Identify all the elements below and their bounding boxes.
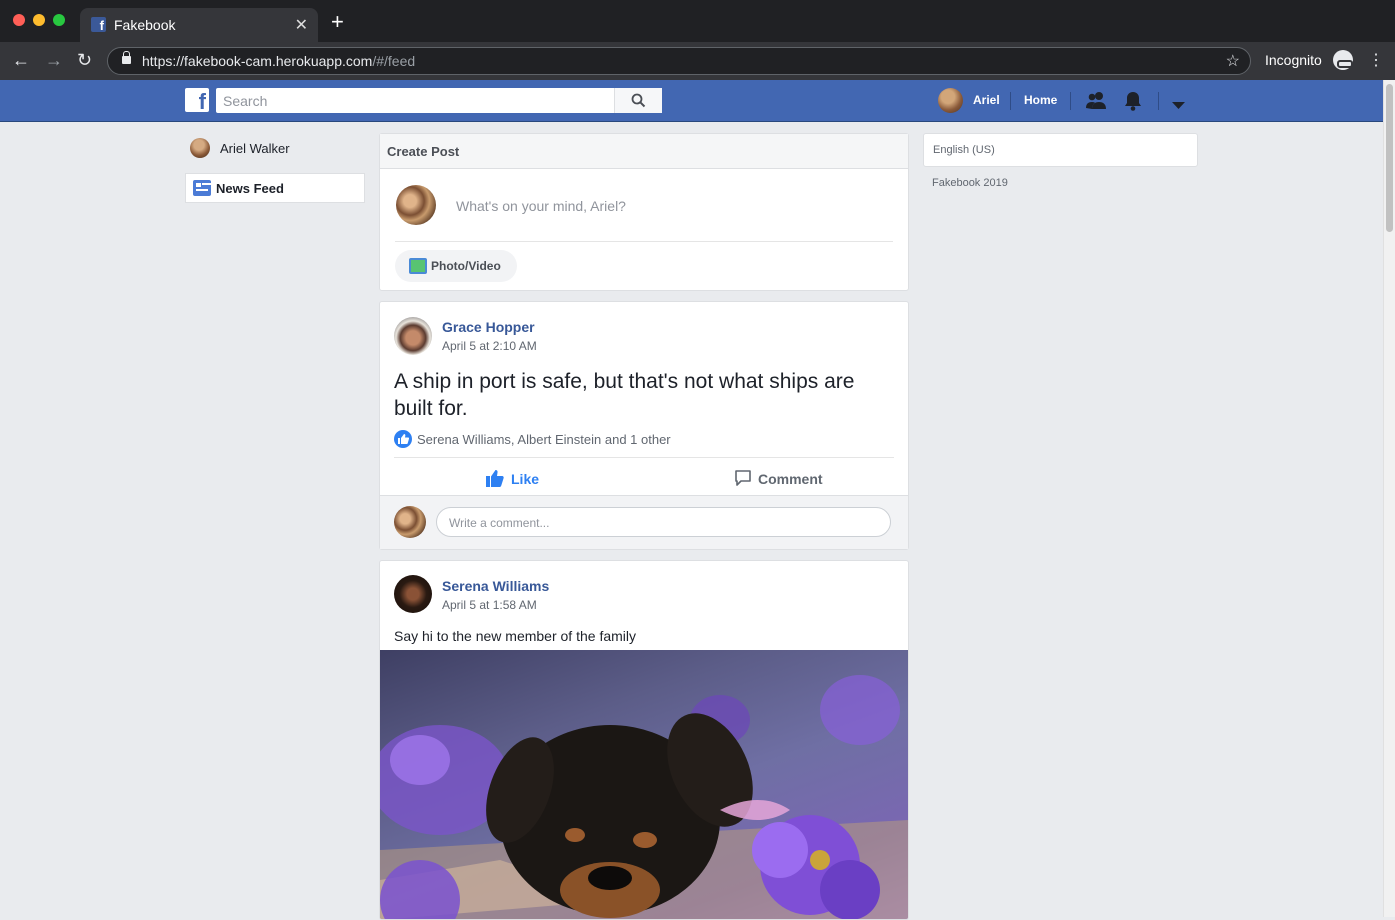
tab-close-icon[interactable]: ✕ [295, 15, 308, 35]
avatar [190, 138, 210, 158]
reload-icon[interactable]: ↻ [77, 49, 92, 71]
search-icon [631, 93, 646, 108]
post-photo[interactable] [380, 650, 908, 919]
window-minimize-button[interactable] [33, 14, 45, 26]
search-placeholder: Search [223, 93, 268, 109]
divider [395, 241, 893, 242]
likes-text: Serena Williams, Albert Einstein and 1 o… [417, 432, 671, 447]
address-bar[interactable]: https://fakebook-cam.herokuapp.com/#/fee… [107, 47, 1251, 75]
favicon-icon: f [91, 17, 106, 33]
post-composer-input[interactable]: What's on your mind, Ariel? [456, 198, 626, 214]
avatar[interactable] [394, 575, 432, 613]
photo-video-button[interactable]: Photo/Video [395, 250, 517, 282]
window-close-button[interactable] [13, 14, 25, 26]
sidebar-item-label: News Feed [216, 181, 284, 196]
language-label: English (US) [933, 144, 995, 156]
header-avatar[interactable] [938, 88, 963, 113]
sidebar-item-news-feed[interactable]: News Feed [185, 173, 365, 203]
create-post-card: Create Post What's on your mind, Ariel? … [379, 133, 909, 291]
header-divider [1010, 92, 1011, 110]
browser-toolbar: ← → ↻ https://fakebook-cam.herokuapp.com… [0, 42, 1395, 80]
comment-label: Comment [758, 471, 823, 487]
photo-icon [409, 258, 427, 274]
post-author[interactable]: Serena Williams [442, 578, 549, 594]
friend-requests-icon[interactable] [1086, 91, 1107, 115]
thumbs-up-icon [486, 470, 504, 487]
account-menu-chevron-down-icon[interactable] [1172, 97, 1185, 115]
window-maximize-button[interactable] [53, 14, 65, 26]
browser-tab[interactable]: f Fakebook ✕ [80, 8, 318, 42]
post-card: Serena Williams April 5 at 1:58 AM Say h… [379, 560, 909, 920]
divider [394, 457, 894, 458]
comment-composer: Write a comment... [380, 495, 908, 549]
profile-name: Ariel Walker [220, 141, 290, 156]
create-post-title: Create Post [387, 144, 460, 159]
browser-tab-bar: f Fakebook ✕ + [0, 0, 1395, 42]
browser-menu-icon[interactable]: ⋮ [1368, 50, 1384, 70]
avatar [394, 506, 426, 538]
avatar[interactable] [394, 317, 432, 355]
post-author[interactable]: Grace Hopper [442, 319, 535, 335]
comment-placeholder: Write a comment... [449, 516, 550, 530]
back-icon[interactable]: ← [12, 49, 30, 71]
post-text: A ship in port is safe, but that's not w… [394, 370, 855, 420]
post-timestamp[interactable]: April 5 at 1:58 AM [442, 598, 537, 612]
bookmark-star-icon[interactable]: ☆ [1226, 51, 1240, 71]
logo-icon[interactable]: f [185, 88, 209, 112]
new-tab-icon[interactable]: + [331, 11, 344, 33]
search-input[interactable]: Search [216, 88, 662, 113]
search-button[interactable] [614, 88, 662, 113]
notifications-bell-icon[interactable] [1124, 91, 1142, 116]
comment-input[interactable]: Write a comment... [436, 507, 891, 537]
incognito-icon[interactable] [1333, 50, 1353, 70]
tab-title: Fakebook [114, 17, 176, 33]
copyright-text: Fakebook 2019 [932, 177, 1008, 189]
puppy-photo-image [380, 675, 908, 919]
lock-icon [122, 51, 131, 64]
incognito-label: Incognito [1265, 52, 1322, 68]
post-timestamp[interactable]: April 5 at 2:10 AM [442, 339, 537, 353]
like-reaction-icon [394, 430, 412, 448]
photo-video-label: Photo/Video [431, 259, 501, 273]
news-feed-icon [193, 180, 211, 196]
header-divider [1158, 92, 1159, 110]
page-scrollbar[interactable] [1383, 80, 1395, 917]
header-user-name[interactable]: Ariel [973, 93, 1000, 107]
url-text: https://fakebook-cam.herokuapp.com/#/fee… [142, 53, 416, 69]
language-selector[interactable]: English (US) [923, 133, 1198, 167]
post-card: Grace Hopper April 5 at 2:10 AM A ship i… [379, 301, 909, 550]
like-label: Like [511, 471, 540, 487]
header-divider [1070, 92, 1071, 110]
forward-icon[interactable]: → [45, 49, 63, 71]
post-text: Say hi to the new member of the family [394, 628, 636, 644]
comment-icon [735, 470, 751, 486]
create-post-header: Create Post [380, 134, 908, 169]
avatar[interactable] [396, 185, 436, 225]
scrollbar-thumb[interactable] [1386, 84, 1393, 232]
home-link[interactable]: Home [1024, 93, 1057, 107]
site-header: f Search Ariel Home [0, 80, 1383, 122]
